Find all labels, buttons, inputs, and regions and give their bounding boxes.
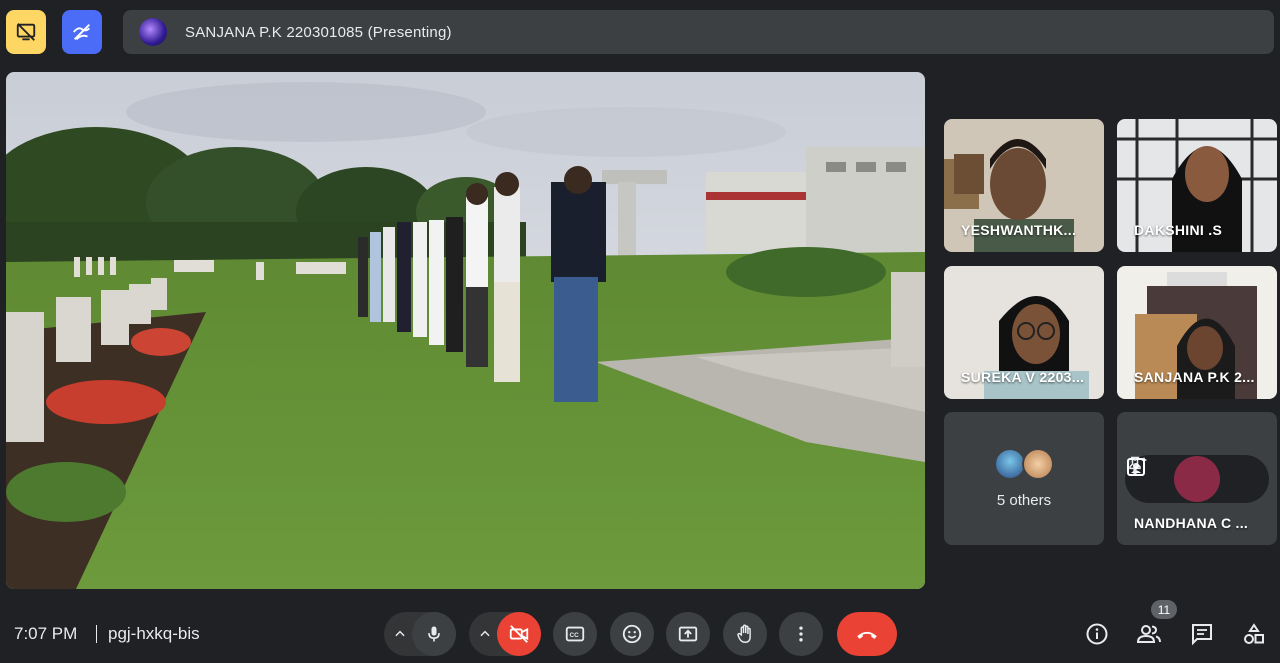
participant-tile[interactable]: DAKSHINI .S [1117,119,1277,252]
participant-name: NANDHANA C ... [1134,515,1249,531]
people-icon [1136,625,1161,643]
participant-name: SANJANA P.K 2... [1134,369,1255,385]
chevron-up-icon [480,630,490,637]
raise-hand-button[interactable] [723,612,767,656]
participant-tile[interactable]: SANJANA P.K 2... [1117,266,1277,399]
participant-name: YESHWANTHK... [961,222,1077,238]
presenting-label: SANJANA P.K 220301085 (Presenting) [185,23,452,41]
svg-text:CC: CC [570,632,580,639]
chat-icon [1192,624,1212,646]
participant-tile[interactable]: YESHWANTHK... [944,119,1104,252]
stop-presenting-button[interactable] [6,10,46,54]
meeting-code: pgj-hxkq-bis [108,624,200,643]
frame-person-button[interactable] [1127,456,1220,502]
more-vert-icon [1133,457,1137,473]
captions-button[interactable]: CC [553,612,597,656]
shared-video-scene [6,72,925,589]
others-count-label: 5 others [996,492,1052,509]
hand-icon [737,624,751,643]
meeting-details-button[interactable] [1083,620,1111,648]
camera-button[interactable] [497,612,541,656]
presentation-stage[interactable] [6,72,925,589]
participant-tile[interactable]: NANDHANA C ... [1117,412,1277,545]
annotate-button[interactable] [62,10,102,54]
annotate-icon [73,23,91,41]
presenter-avatar [139,18,167,46]
screen-share-off-icon [16,23,36,41]
reactions-button[interactable] [610,612,654,656]
meeting-time: 7:07 PM [14,624,78,643]
leave-call-button[interactable] [837,612,897,656]
microphone-button[interactable] [412,612,456,656]
participant-tile[interactable]: SUREKA V 2203... [944,266,1104,399]
info-icon [1086,623,1108,645]
participant-name: SUREKA V 2203... [961,369,1085,385]
presenting-banner: SANJANA P.K 220301085 (Presenting) [123,10,1274,54]
participant-name: DAKSHINI .S [1134,222,1223,238]
present-button[interactable] [666,612,710,656]
present-screen-icon [678,626,698,642]
people-button[interactable] [1135,620,1163,648]
camera-off-icon [509,625,529,643]
divider [96,625,97,643]
more-vert-icon [799,626,803,642]
activities-button[interactable] [1240,620,1268,648]
chevron-up-icon [395,630,405,637]
tile-hover-controls [1125,455,1269,503]
activities-icon [1244,623,1264,644]
avatar [1022,448,1054,480]
others-avatars [994,448,1056,480]
more-options-button[interactable] [1133,457,1259,493]
emoji-icon [622,624,642,644]
closed-captions-icon: CC [565,626,585,642]
hang-up-icon [857,631,877,639]
more-options-button[interactable] [779,612,823,656]
microphone-icon [428,626,440,642]
chat-button[interactable] [1188,620,1216,648]
participant-count-badge: 11 [1151,600,1177,619]
others-tile[interactable]: 5 others [944,412,1104,545]
